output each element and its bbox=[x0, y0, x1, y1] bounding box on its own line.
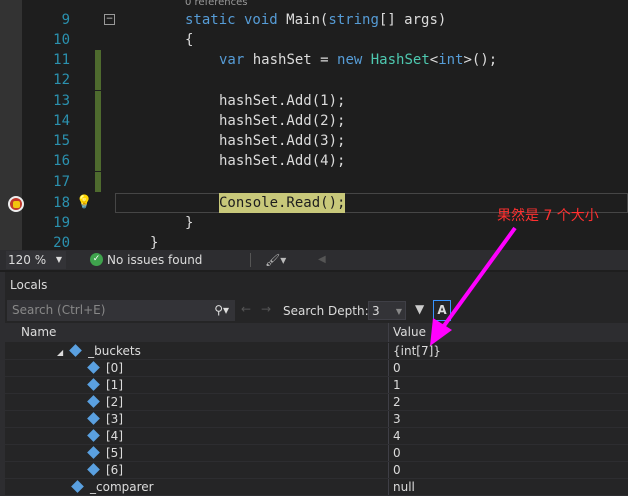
annotation-arrow bbox=[430, 226, 517, 346]
